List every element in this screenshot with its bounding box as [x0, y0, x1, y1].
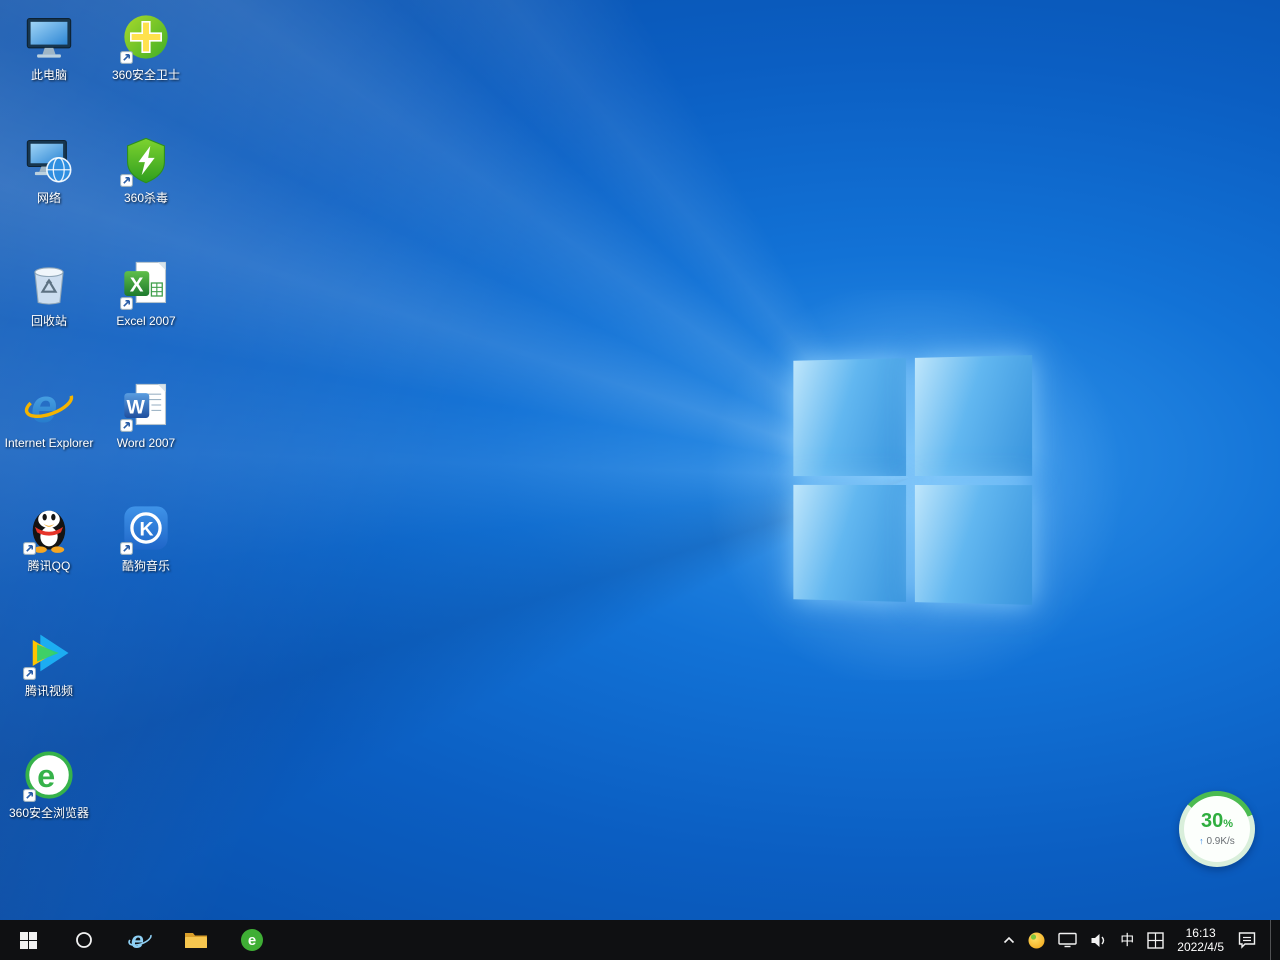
excel-2007-icon: X	[117, 254, 175, 312]
desktop-icon-label: 酷狗音乐	[101, 559, 191, 573]
windows-logo-pane	[793, 358, 905, 475]
tray-360-icon-button[interactable]	[1028, 920, 1045, 960]
start-button[interactable]	[0, 920, 56, 960]
360-safe-guard-icon	[117, 8, 175, 66]
360-browser-icon: e	[20, 746, 78, 804]
desktop-icon-tencent-qq[interactable]: 腾讯QQ	[4, 499, 94, 573]
taskbar: e e	[0, 920, 1280, 960]
network-icon	[20, 131, 78, 189]
desktop-icon-label: Excel 2007	[101, 314, 191, 328]
desktop-icon-label: 腾讯QQ	[4, 559, 94, 573]
taskbar-360-browser[interactable]: e	[224, 920, 280, 960]
shortcut-arrow-icon	[120, 174, 133, 187]
tencent-qq-icon	[20, 499, 78, 557]
svg-text:X: X	[130, 274, 144, 297]
clock-time: 16:13	[1177, 926, 1224, 940]
taskbar-internet-explorer[interactable]: e	[112, 920, 168, 960]
ime-mode-button[interactable]	[1147, 920, 1164, 960]
clock-date: 2022/4/5	[1177, 940, 1224, 954]
chevron-up-icon	[1003, 936, 1015, 945]
desktop-icon-label: 此电脑	[4, 68, 94, 82]
desktop-icon-360-antivirus[interactable]: 360杀毒	[101, 131, 191, 205]
desktop-icon-label: 网络	[4, 191, 94, 205]
desktop-icon-label: Internet Explorer	[4, 436, 94, 450]
tray-expand-button[interactable]	[1003, 920, 1015, 960]
folder-icon	[184, 930, 208, 950]
svg-text:e: e	[131, 927, 144, 953]
svg-text:K: K	[140, 519, 154, 541]
360-speed-ball-face: 30% ↑ 0.9K/s	[1184, 796, 1250, 862]
svg-text:e: e	[31, 380, 57, 432]
kugou-music-icon: K	[117, 499, 175, 557]
taskbar-clock[interactable]: 16:13 2022/4/5	[1177, 926, 1224, 954]
windows-logo-pane	[914, 355, 1032, 475]
360-speed-ball[interactable]: 30% ↑ 0.9K/s	[1179, 791, 1255, 867]
network-speed: ↑ 0.9K/s	[1199, 836, 1235, 847]
word-2007-icon: W	[117, 376, 175, 434]
desktop-icon-360-safe-guard[interactable]: 360安全卫士	[101, 8, 191, 82]
shortcut-arrow-icon	[23, 542, 36, 555]
desktop-icon-tencent-video[interactable]: 腾讯视频	[4, 624, 94, 698]
svg-text:e: e	[37, 758, 55, 794]
desktop-icon-360-browser[interactable]: e 360安全浏览器	[4, 746, 94, 820]
360-browser-icon: e	[241, 929, 263, 951]
svg-text:W: W	[127, 397, 146, 419]
shortcut-arrow-icon	[120, 51, 133, 64]
taskbar-file-explorer[interactable]	[168, 920, 224, 960]
desktop-icon-network[interactable]: 网络	[4, 131, 94, 205]
desktop-icon-label: 回收站	[4, 314, 94, 328]
memory-usage-percent: 30%	[1201, 811, 1233, 834]
desktop-icon-internet-explorer[interactable]: e Internet Explorer	[4, 376, 94, 450]
shortcut-arrow-icon	[23, 667, 36, 680]
ime-grid-icon	[1147, 932, 1164, 949]
recycle-bin-icon	[20, 254, 78, 312]
internet-explorer-icon: e	[20, 376, 78, 434]
desktop-icon-word-2007[interactable]: W Word 2007	[101, 376, 191, 450]
shortcut-arrow-icon	[120, 297, 133, 310]
desktop-icon-label: 360杀毒	[101, 191, 191, 205]
desktop-icon-label: 腾讯视频	[4, 684, 94, 698]
shortcut-arrow-icon	[23, 789, 36, 802]
shortcut-arrow-icon	[120, 419, 133, 432]
ime-language-indicator[interactable]: 中	[1120, 920, 1134, 960]
tencent-video-icon	[20, 624, 78, 682]
desktop-icon-kugou-music[interactable]: K 酷狗音乐	[101, 499, 191, 573]
360-tray-icon	[1028, 932, 1045, 949]
this-pc-icon	[20, 8, 78, 66]
360-antivirus-icon	[117, 131, 175, 189]
desktop-wallpaper: 此电脑 网络 回收站	[0, 0, 1280, 920]
monitor-icon	[1058, 932, 1077, 948]
speaker-icon	[1090, 933, 1107, 948]
desktop-icon-recycle-bin[interactable]: 回收站	[4, 254, 94, 328]
desktop-icon-label: 360安全浏览器	[4, 806, 94, 820]
tray-volume-button[interactable]	[1090, 920, 1107, 960]
windows-logo	[793, 355, 1032, 605]
upload-arrow-icon: ↑	[1199, 836, 1204, 846]
tray-hardware-button[interactable]	[1058, 920, 1077, 960]
windows-start-icon	[20, 932, 37, 949]
shortcut-arrow-icon	[120, 542, 133, 555]
desktop-icon-label: 360安全卫士	[101, 68, 191, 82]
search-button[interactable]	[56, 920, 112, 960]
action-center-icon	[1237, 931, 1257, 949]
desktop-icon-excel-2007[interactable]: X Excel 2007	[101, 254, 191, 328]
action-center-button[interactable]	[1237, 920, 1257, 960]
desktop-icon-label: Word 2007	[101, 436, 191, 450]
show-desktop-button[interactable]	[1270, 920, 1276, 960]
internet-explorer-icon: e	[127, 927, 153, 953]
windows-logo-pane	[914, 485, 1032, 605]
cortana-circle-icon	[75, 931, 93, 949]
desktop-icon-this-pc[interactable]: 此电脑	[4, 8, 94, 82]
windows-logo-pane	[793, 484, 905, 601]
